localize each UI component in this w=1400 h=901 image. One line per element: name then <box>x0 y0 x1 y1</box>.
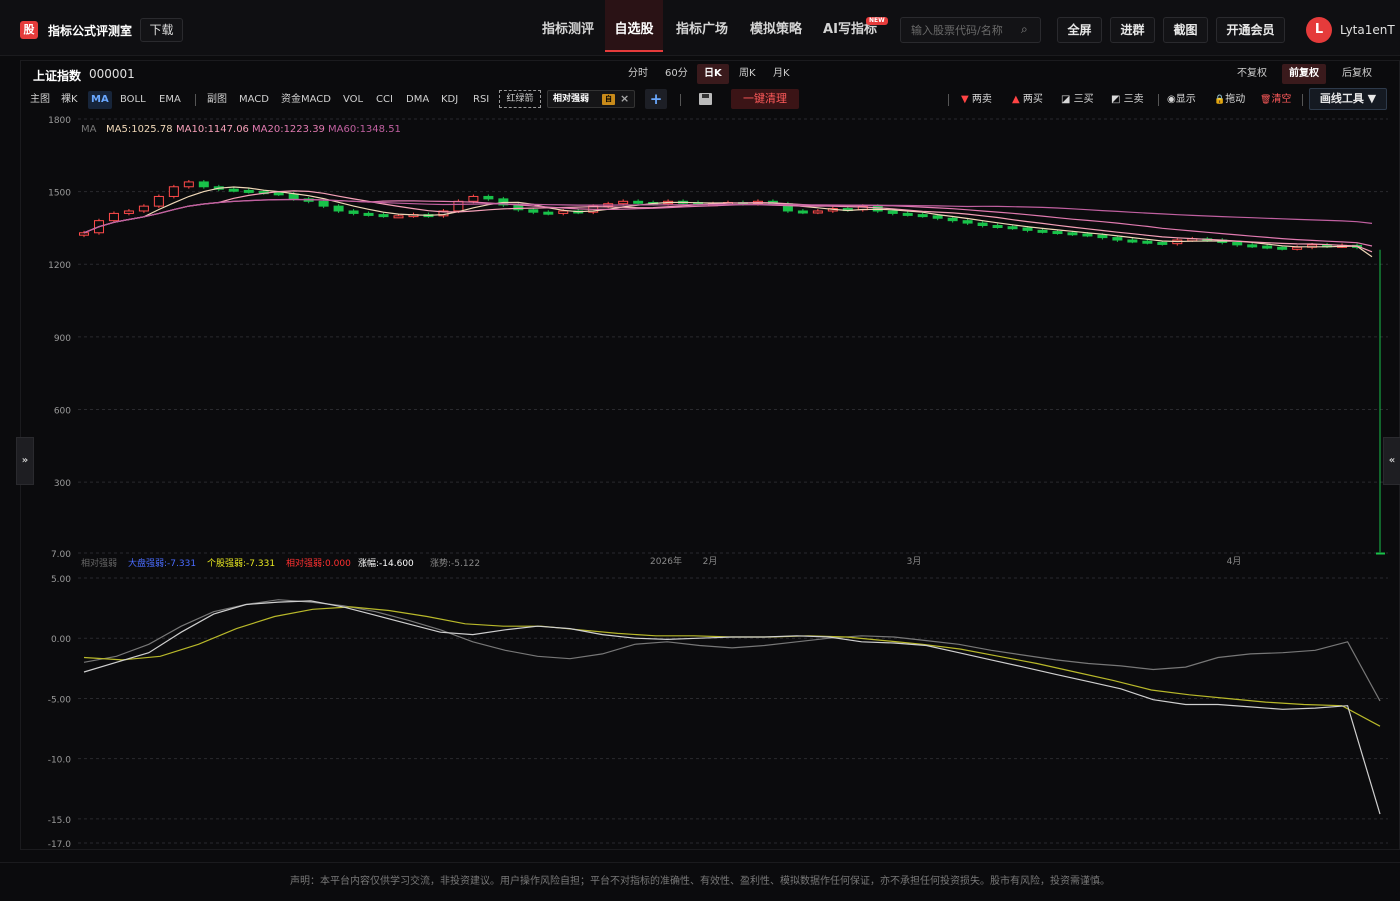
ma-line <box>83 198 1373 234</box>
candle <box>1082 233 1093 237</box>
sub-legend-item: 涨幅:-14.600 <box>358 557 414 569</box>
candle <box>633 200 644 204</box>
y-tick-label: 0.00 <box>51 635 71 645</box>
candle <box>887 210 898 214</box>
candle <box>932 215 943 219</box>
candle <box>618 200 629 205</box>
x-tick-label: 3月 <box>907 556 922 567</box>
candle <box>378 214 389 218</box>
candle <box>1007 226 1018 230</box>
candle <box>123 210 134 214</box>
candle <box>1247 244 1258 248</box>
kline-chart[interactable]: 1800 1500 1200 900 600 300 7.00 2026年 2月 3月 4月 MA MA… <box>0 0 1400 860</box>
candle <box>1142 240 1153 244</box>
candle <box>528 209 539 213</box>
candle <box>333 205 344 212</box>
candle <box>1052 231 1063 235</box>
sub-legend-name: 相对强弱 <box>81 557 117 569</box>
x-tick-label: 2月 <box>703 556 718 567</box>
candle <box>1292 246 1303 250</box>
sub-line-大盘强弱 <box>83 599 1381 702</box>
x-tick-label: 4月 <box>1227 556 1242 567</box>
sub-legend-item: 个股强弱:-7.331 <box>207 558 275 569</box>
candle <box>198 181 209 188</box>
y-tick-label: -17.0 <box>48 840 72 850</box>
candle <box>812 210 823 214</box>
candle <box>273 192 284 196</box>
ma-legend-name: MA <box>81 124 97 135</box>
y-tick-label: -10.0 <box>48 756 72 766</box>
candle <box>962 220 973 224</box>
candle <box>1157 241 1168 245</box>
candle <box>1277 246 1288 250</box>
candle <box>917 214 928 218</box>
ma-line <box>83 198 1373 247</box>
candle <box>79 232 89 236</box>
candle <box>1067 232 1078 236</box>
candle <box>153 195 164 207</box>
candle <box>468 195 479 202</box>
candle <box>108 212 119 222</box>
candle <box>977 222 988 227</box>
ma-line <box>83 186 1373 258</box>
candle <box>483 195 494 200</box>
candle <box>168 186 179 197</box>
ma-legend-item: MA5:1025.78 <box>106 124 173 135</box>
y-tick-label: 5.00 <box>51 575 71 585</box>
candle <box>947 217 958 222</box>
candle <box>1376 552 1385 555</box>
candle <box>453 200 464 212</box>
y-tick-label: -5.00 <box>48 695 72 705</box>
y-tick-label: 1200 <box>48 261 71 271</box>
candle <box>288 193 299 200</box>
candle <box>1232 241 1243 246</box>
y-tick-label: 300 <box>54 479 71 489</box>
ma-legend-item: MA20:1223.39 <box>252 124 325 135</box>
candle <box>138 205 149 212</box>
disclaimer: 声明：本平台内容仅供学习交流，非投资建议。用户操作风险自担；平台不对指标的准确性… <box>0 862 1400 900</box>
sub-line-涨幅 <box>83 600 1381 815</box>
candle <box>902 212 913 216</box>
candle <box>363 212 374 216</box>
candle <box>1127 239 1138 243</box>
candle <box>1262 245 1273 249</box>
y-tick-label: 1500 <box>48 189 71 199</box>
y-tick-label: 1800 <box>48 116 71 126</box>
candle <box>543 211 554 215</box>
sub-legend-item: 大盘强弱:-7.331 <box>128 557 196 569</box>
candle <box>243 189 254 193</box>
ma-legend-item: MA60:1348.51 <box>328 124 401 135</box>
candle <box>1022 227 1033 231</box>
candle <box>992 225 1003 229</box>
y-tick-label: -15.0 <box>48 816 72 826</box>
candle <box>1097 234 1108 239</box>
candle <box>797 210 808 214</box>
candle <box>183 181 194 188</box>
candle <box>318 200 329 207</box>
candle <box>348 210 359 214</box>
candle <box>228 188 239 192</box>
candle <box>1112 237 1123 241</box>
expand-left-icon[interactable]: » <box>16 437 34 485</box>
y-tick-label: 900 <box>54 334 71 344</box>
y-tick-label: 7.00 <box>51 550 71 560</box>
sub-legend-item: 涨势:-5.122 <box>430 557 480 569</box>
ma-legend-item: MA10:1147.06 <box>176 124 249 135</box>
expand-right-icon[interactable]: « <box>1383 437 1400 485</box>
candle <box>393 215 404 219</box>
candle <box>1037 229 1048 233</box>
candle <box>558 210 569 214</box>
sub-legend-item: 相对强弱:0.000 <box>286 557 351 569</box>
y-tick-label: 600 <box>54 406 71 416</box>
x-tick-label: 2026年 <box>650 555 682 567</box>
